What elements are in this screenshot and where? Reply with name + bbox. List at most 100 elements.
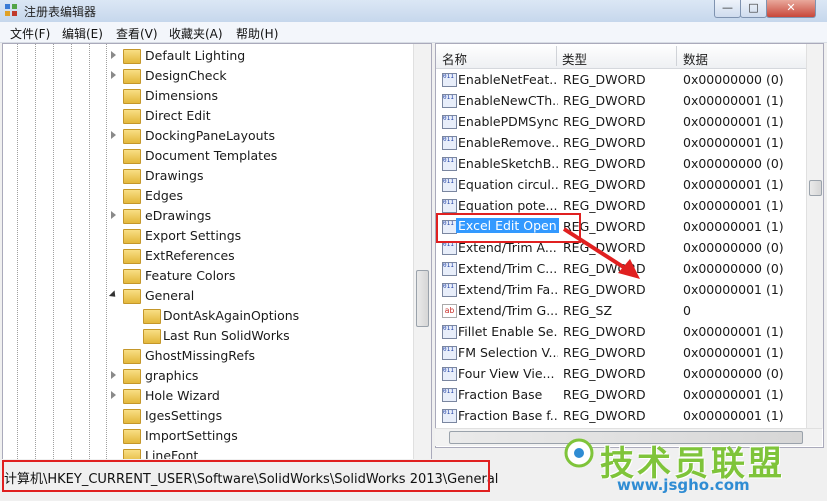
folder-icon bbox=[123, 189, 141, 204]
tree-item[interactable]: Export Settings bbox=[3, 226, 408, 246]
value-row[interactable]: 011 110EnableNewCTh... REG_DWORD 0x0000000… bbox=[436, 90, 806, 111]
tree-item[interactable]: DesignCheck bbox=[3, 66, 408, 86]
menu-edit[interactable]: 编辑(E) bbox=[62, 25, 103, 42]
value-name: Extend/Trim C... bbox=[458, 261, 558, 276]
expand-arrow-icon[interactable] bbox=[111, 71, 116, 79]
folder-icon bbox=[123, 209, 141, 224]
value-row[interactable]: 011 110EnableSketchB... REG_DWORD 0x000000… bbox=[436, 153, 806, 174]
folder-icon bbox=[123, 349, 141, 364]
reg-binary-icon: 011 110 bbox=[442, 388, 457, 402]
menu-help[interactable]: 帮助(H) bbox=[236, 25, 278, 42]
value-name: Extend/Trim Fa... bbox=[458, 282, 558, 297]
tree-item-label: Dimensions bbox=[145, 88, 218, 103]
tree-item[interactable]: DontAskAgainOptions bbox=[3, 306, 408, 326]
reg-binary-icon: 011 110 bbox=[442, 178, 457, 192]
tree-item[interactable]: Direct Edit bbox=[3, 106, 408, 126]
value-row[interactable]: 011 110Extend/Trim A... REG_DWORD 0x000000… bbox=[436, 237, 806, 258]
folder-icon bbox=[123, 229, 141, 244]
tree-item[interactable]: graphics bbox=[3, 366, 408, 386]
menu-view[interactable]: 查看(V) bbox=[116, 25, 158, 42]
tree-item[interactable]: GhostMissingRefs bbox=[3, 346, 408, 366]
reg-binary-icon: 011 110 bbox=[442, 262, 457, 276]
title-bar: 注册表编辑器 — □ ✕ bbox=[0, 0, 827, 22]
value-data: 0x00000000 (0) bbox=[683, 366, 784, 381]
tree-item[interactable]: Feature Colors bbox=[3, 266, 408, 286]
values-list[interactable]: 名称 类型 数据 011 110EnableNetFeat...REG_DWOR… bbox=[435, 43, 824, 448]
tree-item[interactable]: Dimensions bbox=[3, 86, 408, 106]
value-row[interactable]: 011 110Fraction Base REG_DWORD 0x00000001 … bbox=[436, 384, 806, 405]
folder-icon bbox=[123, 249, 141, 264]
column-header-row: 名称 类型 数据 bbox=[436, 44, 806, 69]
expand-arrow-icon[interactable] bbox=[111, 51, 116, 59]
expand-arrow-icon[interactable] bbox=[111, 131, 116, 139]
value-row[interactable]: 011 110Fillet Enable Se... REG_DWORD 0x000… bbox=[436, 321, 806, 342]
list-vertical-scrollbar[interactable] bbox=[806, 44, 823, 429]
value-row[interactable]: 011 110EnablePDMSync REG_DWORD 0x00000001 … bbox=[436, 111, 806, 132]
folder-icon bbox=[123, 49, 141, 64]
tree-scroll-thumb[interactable] bbox=[416, 270, 429, 327]
column-header-data[interactable]: 数据 bbox=[683, 49, 708, 68]
value-name: EnableNewCTh... bbox=[458, 93, 558, 108]
reg-binary-icon: 011 110 bbox=[442, 283, 457, 297]
value-row[interactable]: ab Extend/Trim G... REG_SZ 0 bbox=[436, 300, 806, 321]
expand-arrow-icon[interactable] bbox=[111, 391, 116, 399]
expand-arrow-icon[interactable] bbox=[111, 371, 116, 379]
value-row[interactable]: 011 110EnableRemove... REG_DWORD 0x0000000… bbox=[436, 132, 806, 153]
value-name: EnableNetFeat... bbox=[458, 72, 558, 87]
registry-tree[interactable]: Default Lighting DesignCheck Dimensions Dir… bbox=[2, 43, 432, 460]
tree-item[interactable]: DockingPaneLayouts bbox=[3, 126, 408, 146]
value-type: REG_DWORD bbox=[563, 156, 646, 171]
value-row[interactable]: 011 110Extend/Trim C... REG_DWORD 0x000000… bbox=[436, 258, 806, 279]
value-row[interactable]: 011 110EnableNetFeat... REG_DWORD 0x000000… bbox=[436, 69, 806, 90]
column-divider[interactable] bbox=[556, 46, 557, 66]
folder-icon bbox=[123, 129, 141, 144]
value-row[interactable]: 011 110Equation pote... REG_DWORD 0x000000… bbox=[436, 195, 806, 216]
menu-file[interactable]: 文件(F) bbox=[10, 25, 50, 42]
value-data: 0x00000001 (1) bbox=[683, 93, 784, 108]
tree-item[interactable]: Hole Wizard bbox=[3, 386, 408, 406]
tree-vertical-scrollbar[interactable] bbox=[413, 44, 431, 459]
value-name: Extend/Trim A... bbox=[458, 240, 557, 255]
value-data: 0x00000001 (1) bbox=[683, 135, 784, 150]
tree-item[interactable]: General bbox=[3, 286, 408, 306]
value-data: 0x00000001 (1) bbox=[683, 177, 784, 192]
value-row[interactable]: 011 110Extend/Trim Fa... REG_DWORD 0x00000… bbox=[436, 279, 806, 300]
tree-item[interactable]: eDrawings bbox=[3, 206, 408, 226]
value-row[interactable]: 011 110Fraction Base f... REG_DWORD 0x0000… bbox=[436, 405, 806, 426]
expand-arrow-icon[interactable] bbox=[111, 211, 116, 219]
column-header-name[interactable]: 名称 bbox=[442, 49, 467, 68]
watermark-url: www.jsgho.com bbox=[617, 476, 750, 494]
collapse-arrow-icon[interactable] bbox=[108, 290, 119, 300]
value-row[interactable]: 011 110Excel Edit Open REG_DWORD 0x0000000… bbox=[436, 216, 806, 237]
tree-item[interactable]: LineFont bbox=[3, 446, 408, 459]
value-name: Equation pote... bbox=[458, 198, 558, 213]
menu-favorites[interactable]: 收藏夹(A) bbox=[169, 25, 223, 42]
folder-icon bbox=[123, 69, 141, 84]
folder-icon bbox=[123, 269, 141, 284]
reg-binary-icon: 011 110 bbox=[442, 157, 457, 171]
value-row[interactable]: 011 110FM Selection V... REG_DWORD 0x00000… bbox=[436, 342, 806, 363]
tree-item[interactable]: ExtReferences bbox=[3, 246, 408, 266]
maximize-button[interactable]: □ bbox=[740, 0, 767, 18]
tree-item-label: ExtReferences bbox=[145, 248, 235, 263]
reg-binary-icon: 011 110 bbox=[442, 346, 457, 360]
minimize-button[interactable]: — bbox=[714, 0, 741, 18]
value-row[interactable]: 011 110Four View Vie... REG_DWORD 0x000000… bbox=[436, 363, 806, 384]
tree-item[interactable]: Document Templates bbox=[3, 146, 408, 166]
list-scroll-thumb[interactable] bbox=[809, 180, 822, 196]
folder-icon bbox=[123, 89, 141, 104]
value-row[interactable]: 011 110Equation circul... REG_DWORD 0x0000… bbox=[436, 174, 806, 195]
tree-item[interactable]: IgesSettings bbox=[3, 406, 408, 426]
tree-item-label: General bbox=[145, 288, 195, 303]
tree-item[interactable]: Default Lighting bbox=[3, 46, 408, 66]
tree-item[interactable]: Drawings bbox=[3, 166, 408, 186]
column-divider[interactable] bbox=[676, 46, 677, 66]
tree-item[interactable]: Edges bbox=[3, 186, 408, 206]
reg-binary-icon: 011 110 bbox=[442, 136, 457, 150]
tree-item[interactable]: Last Run SolidWorks bbox=[3, 326, 408, 346]
status-path: 计算机\HKEY_CURRENT_USER\Software\SolidWork… bbox=[4, 472, 499, 487]
reg-binary-icon: 011 110 bbox=[442, 409, 457, 423]
tree-item[interactable]: ImportSettings bbox=[3, 426, 408, 446]
column-header-type[interactable]: 类型 bbox=[562, 49, 587, 68]
close-button[interactable]: ✕ bbox=[766, 0, 816, 18]
